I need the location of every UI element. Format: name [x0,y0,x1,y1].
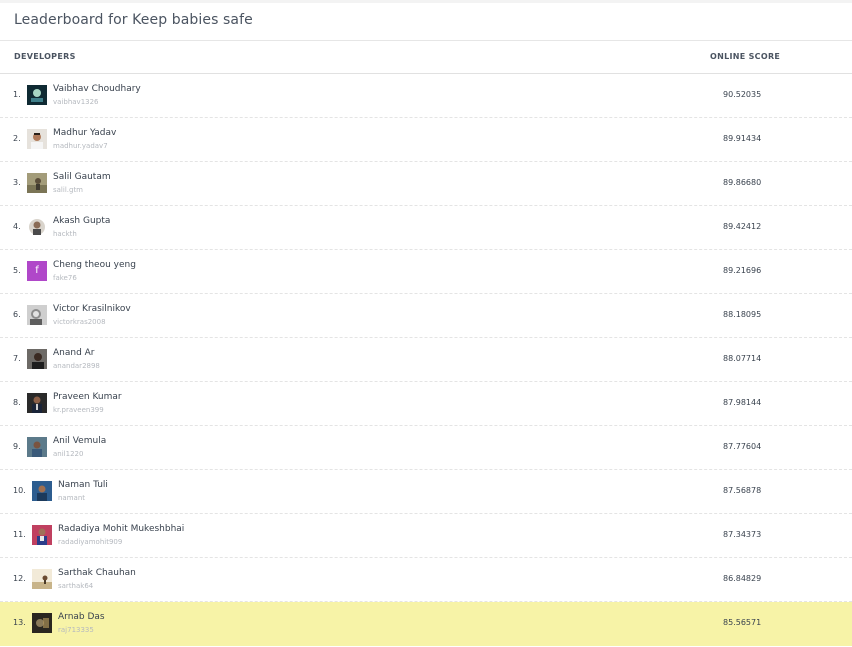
developer-handle: anil1220 [53,450,84,458]
online-score: 87.98144 [723,398,762,407]
developer-name[interactable]: Akash Gupta [53,216,110,226]
rank: 10. [13,486,26,495]
online-score: 88.18095 [723,310,762,319]
table-row: 4. Akash Gupta hackth 89.42412 [0,206,852,250]
rank: 8. [13,398,21,407]
developer-handle: kr.praveen399 [53,406,104,414]
online-score: 89.91434 [723,134,762,143]
online-score: 88.07714 [723,354,762,363]
online-score-column-header[interactable]: ONLINE SCORE [710,52,780,61]
rank: 5. [13,266,21,275]
developer-handle: raj713335 [58,626,94,634]
developer-name[interactable]: Anand Ar [53,348,95,358]
salil-avatar-icon[interactable] [27,173,47,193]
rank: 11. [13,530,26,539]
developer-handle: sarthak64 [58,582,94,590]
developer-handle: vaibhav1326 [53,98,99,106]
rank: 2. [13,134,21,143]
developer-handle: hackth [53,230,77,238]
developer-handle: radadiyamohit909 [58,538,123,546]
akash-avatar-icon[interactable] [27,217,47,237]
developer-handle: fake76 [53,274,77,282]
online-score: 85.56571 [723,618,762,627]
radadiya-avatar-icon[interactable] [32,525,52,545]
letter-avatar-f[interactable]: f [27,261,47,281]
developer-handle: namant [58,494,86,502]
table-row: 2. Madhur Yadav madhur.yadav7 89.91434 [0,118,852,162]
developer-name[interactable]: Radadiya Mohit Mukeshbhai [58,524,184,534]
developer-name[interactable]: Vaibhav Choudhary [53,84,141,94]
online-score: 87.34373 [723,530,762,539]
arnab-avatar-icon[interactable] [32,613,52,633]
developer-handle: anandar2898 [53,362,100,370]
vaibhav-avatar-icon[interactable] [27,85,47,105]
developers-column-header[interactable]: DEVELOPERS [14,52,76,61]
table-row: 10. Naman Tuli namant 87.56878 [0,470,852,514]
rank: 6. [13,310,21,319]
rank: 7. [13,354,21,363]
naman-avatar-icon[interactable] [32,481,52,501]
developer-handle: victorkras2008 [53,318,106,326]
table-row: 7. Anand Ar anandar2898 88.07714 [0,338,852,382]
developer-name[interactable]: Praveen Kumar [53,392,122,402]
rank: 12. [13,574,26,583]
leaderboard-rows: 1. Vaibhav Choudhary vaibhav1326 90.5203… [0,74,852,646]
table-row: 5. f Cheng theou yeng fake76 89.21696 [0,250,852,294]
table-row: 11. Radadiya Mohit Mukeshbhai radadiyamo… [0,514,852,558]
anil-avatar-icon[interactable] [27,437,47,457]
table-row: 1. Vaibhav Choudhary vaibhav1326 90.5203… [0,74,852,118]
table-row: 3. Salil Gautam salil.gtm 89.86680 [0,162,852,206]
leaderboard-page: Leaderboard for Keep babies safe DEVELOP… [0,0,852,647]
online-score: 87.77604 [723,442,762,451]
online-score: 86.84829 [723,574,762,583]
praveen-avatar-icon[interactable] [27,393,47,413]
table-row: 6. Victor Krasilnikov victorkras2008 88.… [0,294,852,338]
rank: 9. [13,442,21,451]
developer-handle: salil.gtm [53,186,84,194]
rank: 3. [13,178,21,187]
developer-handle: madhur.yadav7 [53,142,108,150]
developer-name[interactable]: Anil Vemula [53,436,106,446]
table-row: 12. Sarthak Chauhan sarthak64 86.84829 [0,558,852,602]
online-score: 87.56878 [723,486,762,495]
table-header: DEVELOPERS ONLINE SCORE [0,41,852,74]
rank: 4. [13,222,21,231]
anand-avatar-icon[interactable] [27,349,47,369]
table-row-current-user: 13. Arnab Das raj713335 85.56571 [0,602,852,646]
page-title: Leaderboard for Keep babies safe [14,12,253,28]
developer-name[interactable]: Arnab Das [58,612,105,622]
table-row: 8. Praveen Kumar kr.praveen399 87.98144 [0,382,852,426]
developer-name[interactable]: Naman Tuli [58,480,108,490]
developer-name[interactable]: Madhur Yadav [53,128,116,138]
developer-name[interactable]: Victor Krasilnikov [53,304,131,314]
developer-name[interactable]: Sarthak Chauhan [58,568,136,578]
rank: 1. [13,90,21,99]
top-strip [0,0,852,3]
madhur-avatar-icon[interactable] [27,129,47,149]
victor-avatar-icon[interactable] [27,305,47,325]
online-score: 89.86680 [723,178,762,187]
sarthak-avatar-icon[interactable] [32,569,52,589]
developer-name[interactable]: Salil Gautam [53,172,111,182]
table-row: 9. Anil Vemula anil1220 87.77604 [0,426,852,470]
online-score: 89.21696 [723,266,762,275]
developer-name[interactable]: Cheng theou yeng [53,260,136,270]
rank: 13. [13,618,26,627]
online-score: 89.42412 [723,222,762,231]
online-score: 90.52035 [723,90,762,99]
